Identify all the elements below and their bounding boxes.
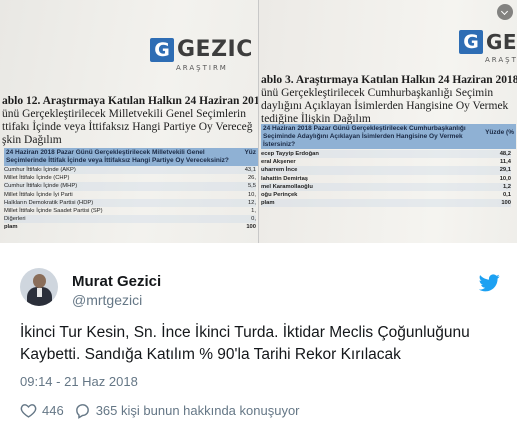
row-label: oğu Perinçek	[261, 191, 298, 198]
row-value: 10,0	[499, 175, 511, 182]
user-handle[interactable]: @mrtgezici	[72, 292, 142, 308]
table-header-percent: Yüzde (%	[485, 129, 514, 136]
row-value: 1,	[251, 207, 256, 214]
row-label: lahattin Demirtaş	[261, 175, 309, 182]
row-label: uharrem İnce	[261, 167, 298, 174]
table-row: ecep Tayyip Erdoğan 48,2	[261, 150, 511, 159]
row-label: Millet İttifakı İçinde İyi Parti	[4, 191, 73, 198]
table-row-total: plam 100	[4, 223, 256, 231]
row-value: 29,1	[499, 167, 511, 174]
row-label: Millet İttifakı İçinde Saadet Partisi (S…	[4, 207, 103, 214]
table-header-percent: Yüz	[244, 149, 256, 156]
table-header: 24 Haziran 2018 Pazar Günü Gerçekleştiri…	[4, 148, 258, 166]
gezici-logo: G GEZİC	[459, 30, 517, 54]
display-name[interactable]: Murat Gezici	[72, 273, 161, 290]
logo-mark-icon: G	[459, 30, 483, 54]
comment-icon	[75, 403, 89, 419]
row-label: Halkların Demokratik Partisi (HDP)	[4, 199, 94, 206]
table-row: Cumhur İttifakı İçinde (MHP) 5,5	[4, 182, 256, 191]
heading-line: ünü Gerçekleştirilecek Milletvekili Gene…	[2, 108, 246, 120]
document-heading: ablo 12. Araştırmaya Katılan Halkın 24 H…	[2, 95, 258, 147]
row-label: Cumhur İttifakı İçinde (MHP)	[4, 183, 78, 190]
table-header: 24 Haziran 2018 Pazar Günü Gerçekleştiri…	[261, 124, 516, 149]
row-value: 100	[246, 224, 256, 231]
table-row: oğu Perinçek 0,1	[261, 191, 511, 199]
row-label: plam	[261, 200, 275, 207]
row-value: 0,	[251, 216, 256, 223]
heading-line: ablo 3. Araştırmaya Katılan Halkın 24 Ha…	[261, 74, 517, 86]
tweet-text: İkinci Tur Kesin, Sn. İnce İkinci Turda.…	[20, 324, 470, 363]
table-row: Millet İttifakı İçinde Saadet Partisi (S…	[4, 207, 256, 215]
row-value: 100	[501, 200, 511, 207]
table-header-line: Seçiminde Adaylığını Açıklayan İsimlerde…	[263, 133, 463, 140]
row-label: ecep Tayyip Erdoğan	[261, 151, 319, 157]
table-row: Millet İttifakı İçinde İyi Parti 10,	[4, 191, 256, 199]
table-row: Cumhur İttifakı İçinde (AKP) 43,1	[4, 166, 256, 175]
like-button[interactable]: 446	[20, 402, 74, 419]
avatar[interactable]	[20, 268, 58, 306]
row-value: 1,2	[502, 183, 511, 190]
row-value: 0,1	[502, 191, 511, 198]
logo-subtext: ARAŞTIRM	[485, 56, 517, 64]
media-photo-right[interactable]: G GEZİC ARAŞTIRM ablo 3. Araştırmaya Kat…	[259, 0, 517, 243]
avatar-head	[33, 274, 46, 288]
document-heading: ablo 3. Araştırmaya Katılan Halkın 24 Ha…	[261, 74, 517, 126]
logo-mark-icon: G	[150, 38, 174, 62]
row-value: 48,2	[499, 151, 511, 157]
row-label: Cumhur İttifakı İçinde (AKP)	[4, 167, 76, 173]
heart-icon	[20, 403, 37, 418]
reply-summary: 365 kişi bunun hakkında konuşuyor	[95, 402, 300, 418]
row-label: eral Akşener	[261, 159, 296, 166]
table-row: uharrem İnce 29,1	[261, 166, 511, 175]
row-value: 12,	[247, 199, 256, 206]
logo-text: GEZİC	[486, 30, 517, 54]
table-header-line: 24 Haziran 2018 Pazar Günü Gerçekleştiri…	[6, 149, 205, 156]
media-photo-left[interactable]: G GEZIC ARAŞTIRM ablo 12. Araştırmaya Ka…	[0, 0, 258, 243]
avatar-shirt	[37, 288, 42, 297]
table-row: Millet İttifakı İçinde (CHP) 26,	[4, 174, 256, 182]
row-label: Diğerleri	[4, 216, 26, 223]
row-label: Millet İttifakı İçinde (CHP)	[4, 175, 70, 182]
table-header-line: Seçimlerinde İttifak İçinde veya İttifak…	[6, 157, 229, 164]
row-value: 11,4	[500, 159, 511, 166]
like-count: 446	[42, 402, 64, 418]
row-label: plam	[4, 224, 18, 231]
heading-line: ttifakı İçinde veya İttifaksız Hangi Par…	[2, 121, 253, 133]
results-table: Cumhur İttifakı İçinde (AKP) 43,1 Millet …	[4, 166, 256, 232]
tweet-timestamp[interactable]: 09:14 - 21 Haz 2018	[20, 374, 138, 389]
table-header-line: İstersiniz?	[263, 141, 296, 148]
table-row-total: plam 100	[261, 199, 511, 208]
row-value: 10,	[247, 191, 256, 198]
tweet-actions: 446 365 kişi bunun hakkında konuşuyor	[20, 400, 300, 420]
heading-line: şkin Dağılım	[2, 134, 62, 146]
tweet-header: Murat Gezici @mrtgezici	[20, 268, 500, 316]
gezici-logo: G GEZIC	[150, 38, 253, 62]
heading-line: daylığını Açıklayan İsimlerden Hangisine…	[261, 100, 509, 112]
results-table: ecep Tayyip Erdoğan 48,2 eral Akşener 11,4…	[261, 150, 511, 208]
logo-subtext: ARAŞTIRM	[176, 64, 228, 72]
row-value: 43,1	[244, 167, 256, 173]
table-row: mel Karamollaoğlu 1,2	[261, 182, 511, 191]
caret-icon[interactable]	[497, 4, 513, 20]
row-value: 26,	[247, 175, 256, 182]
tweet-media[interactable]: G GEZIC ARAŞTIRM ablo 12. Araştırmaya Ka…	[0, 0, 517, 243]
logo-text: GEZIC	[177, 37, 253, 62]
reply-button[interactable]: 365 kişi bunun hakkında konuşuyor	[74, 402, 300, 419]
twitter-bird-icon[interactable]	[479, 274, 500, 292]
table-row: Diğerleri 0,	[4, 215, 256, 224]
row-label: mel Karamollaoğlu	[261, 183, 313, 190]
heading-line: ablo 12. Araştırmaya Katılan Halkın 24 H…	[2, 95, 258, 107]
table-row: lahattin Demirtaş 10,0	[261, 175, 511, 183]
table-header-line: 24 Haziran 2018 Pazar Günü Gerçekleştiri…	[263, 125, 466, 132]
heading-line: ünü Gerçekleştirilecek Cumhurbaşkanlığı …	[261, 87, 494, 99]
table-row: Halkların Demokratik Partisi (HDP) 12,	[4, 198, 256, 207]
table-row: eral Akşener 11,4	[261, 158, 511, 166]
row-value: 5,5	[247, 183, 256, 190]
